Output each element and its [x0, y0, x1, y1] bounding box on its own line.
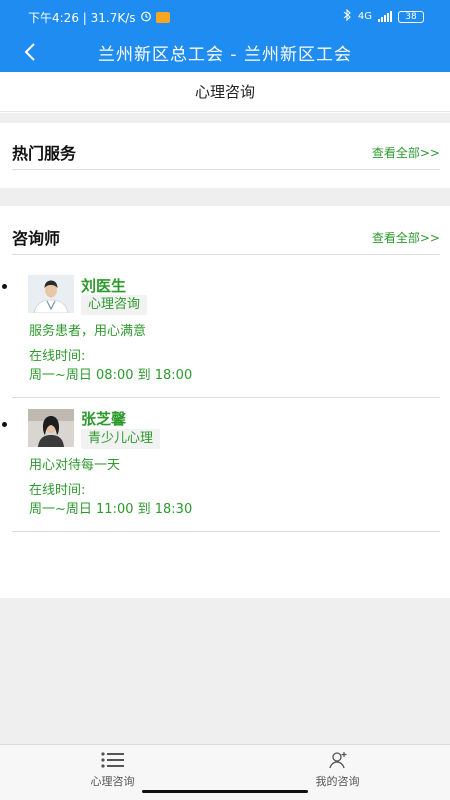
specialty-tag: 青少儿心理 — [81, 429, 161, 449]
page-title: 心理咨询 — [0, 72, 450, 112]
counselors-view-all-link[interactable]: 查看全部>> — [372, 229, 440, 246]
avatar — [28, 409, 74, 447]
tab-counseling[interactable]: 心理咨询 — [0, 745, 225, 788]
message-notification-icon — [155, 12, 170, 23]
counselor-name: 张芝馨 — [81, 410, 127, 428]
counselor-name: 刘医生 — [81, 277, 127, 295]
list-bullet — [2, 422, 7, 427]
tab-my-consultations[interactable]: 我的咨询 — [225, 745, 450, 788]
home-indicator — [142, 790, 308, 793]
tab-label: 我的咨询 — [315, 775, 360, 788]
online-time-label: 在线时间: — [29, 349, 86, 364]
avatar — [28, 275, 74, 313]
app-header: 下午4:26 | 31.7K/s 4G 38 兰州新区总工会 - 兰州新区工会 — [0, 0, 450, 72]
status-time-speed: 下午4:26 | 31.7K/s — [28, 11, 136, 25]
counselor-card[interactable]: 张芝馨 青少儿心理 用心对待每一天 在线时间: 周一~周日 11:00 到 18… — [2, 398, 440, 532]
section-title: 热门服务 — [12, 144, 77, 163]
title-bar: 兰州新区总工会 - 兰州新区工会 — [0, 32, 450, 72]
hot-services-view-all-link[interactable]: 查看全部>> — [372, 144, 440, 161]
online-time-label: 在线时间: — [29, 483, 86, 498]
online-hours: 周一~周日 08:00 到 18:00 — [29, 368, 193, 383]
hot-services-header: 热门服务 查看全部>> — [12, 130, 440, 170]
list-icon — [0, 751, 225, 773]
status-bar: 下午4:26 | 31.7K/s 4G 38 — [0, 0, 450, 32]
counselors-header: 咨询师 查看全部>> — [12, 215, 440, 255]
counselor-motto: 服务患者，用心满意 — [29, 324, 147, 339]
signal-icon — [378, 11, 392, 22]
specialty-tag: 心理咨询 — [81, 295, 148, 315]
bluetooth-icon — [343, 8, 352, 24]
battery-indicator: 38 — [398, 10, 424, 23]
section-title: 咨询师 — [12, 229, 61, 248]
tab-label: 心理咨询 — [90, 775, 135, 788]
divider — [0, 113, 450, 123]
list-bullet — [2, 284, 7, 289]
app-title: 兰州新区总工会 - 兰州新区工会 — [98, 45, 352, 65]
counselor-motto: 用心对待每一天 — [29, 458, 121, 473]
network-type: 4G — [357, 11, 372, 22]
alarm-icon — [140, 10, 152, 25]
divider — [0, 188, 450, 206]
user-add-icon — [225, 751, 450, 773]
empty-area — [0, 598, 450, 744]
counselor-card[interactable]: 刘医生 心理咨询 服务患者，用心满意 在线时间: 周一~周日 08:00 到 1… — [2, 256, 440, 398]
online-hours: 周一~周日 11:00 到 18:30 — [29, 502, 193, 517]
